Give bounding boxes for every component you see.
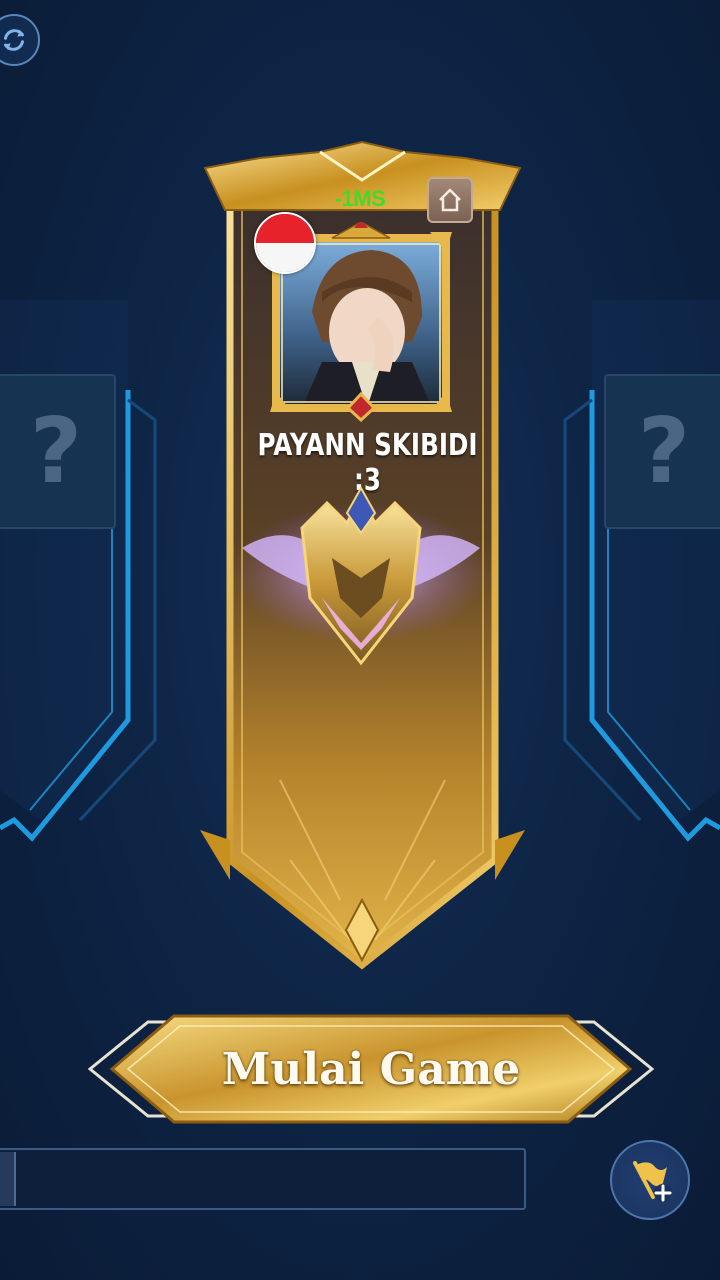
- chat-tab-handle[interactable]: [0, 1152, 16, 1206]
- ping-indicator: -1MS: [334, 186, 386, 211]
- start-game-button[interactable]: Mulai Game: [88, 1010, 654, 1128]
- chat-input-bar[interactable]: [0, 1148, 526, 1210]
- refresh-button[interactable]: [0, 14, 40, 66]
- indonesia-flag-icon: [254, 212, 316, 274]
- home-icon: [439, 188, 461, 212]
- flag-add-button[interactable]: [610, 1140, 690, 1220]
- left-slot-placeholder: ?: [0, 374, 116, 529]
- home-button[interactable]: [427, 177, 473, 223]
- refresh-icon: [4, 29, 24, 51]
- rank-emblem-icon: [232, 478, 490, 688]
- right-slot-question-mark: ?: [637, 398, 691, 504]
- flag-add-icon: [633, 1161, 672, 1202]
- start-game-label: Mulai Game: [221, 1043, 521, 1095]
- right-slot-placeholder: ?: [604, 374, 720, 529]
- left-slot-question-mark: ?: [29, 398, 83, 504]
